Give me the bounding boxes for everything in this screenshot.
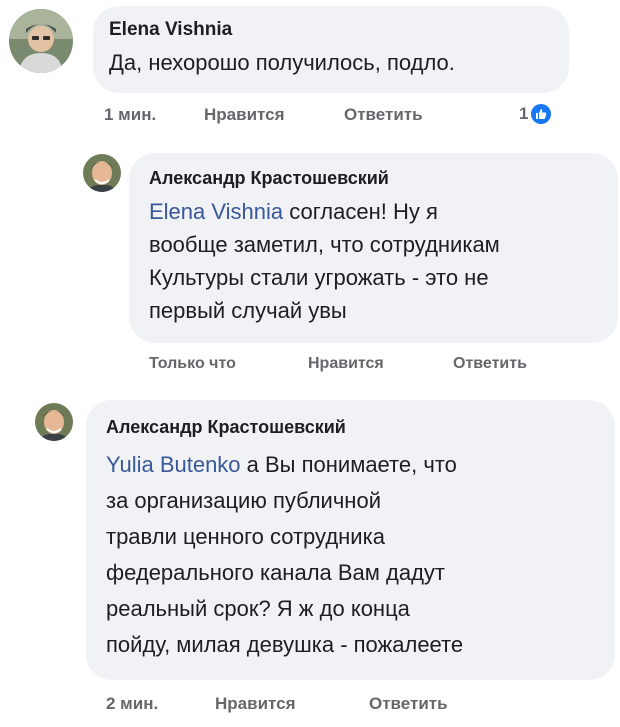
- avatar-alexander[interactable]: [35, 403, 73, 441]
- avatar-photo-icon: [35, 403, 73, 441]
- comment-text-line: первый случай увы: [149, 298, 347, 323]
- like-button[interactable]: Нравится: [204, 105, 285, 125]
- avatar-photo-icon: [9, 9, 73, 73]
- mention-link[interactable]: Yulia Butenko: [106, 452, 241, 477]
- comment-bubble: Александр Крастошевский Elena Vishnia со…: [129, 153, 618, 343]
- comment-text-line: реальный срок? Я ж до конца: [106, 596, 410, 621]
- comment-time[interactable]: 2 мин.: [106, 694, 158, 714]
- comment-time[interactable]: Только что: [149, 355, 236, 373]
- comment-time[interactable]: 1 мин.: [104, 105, 156, 125]
- comment-bubble: Александр Крастошевский Yulia Butenko а …: [86, 400, 615, 680]
- comment-text-line: вообще заметил, что сотрудникам: [149, 232, 500, 257]
- comment-text-line: Elena Vishnia согласен! Ну я: [149, 195, 618, 228]
- mention-link[interactable]: Elena Vishnia: [149, 199, 283, 224]
- like-button[interactable]: Нравится: [215, 694, 296, 714]
- comment-bubble: Elena Vishnia Да, нехорошо получилось, п…: [93, 6, 569, 93]
- avatar-alexander[interactable]: [83, 154, 121, 192]
- like-button[interactable]: Нравится: [308, 355, 384, 373]
- avatar-photo-icon: [83, 154, 121, 192]
- comment-text-line: травли ценного сотрудника: [106, 524, 385, 549]
- like-thumbs-up-icon: [531, 104, 552, 124]
- comment-actions: 2 мин. Нравится Ответить: [106, 694, 526, 716]
- reaction-summary[interactable]: 1: [519, 104, 552, 124]
- reply-button[interactable]: Ответить: [369, 694, 448, 714]
- comment-text-line: пойду, милая девушка - пожалеете: [106, 632, 464, 657]
- comment-text-fragment: а Вы понимаете, что: [240, 452, 457, 477]
- comment-text: Да, нехорошо получилось, подло.: [109, 50, 455, 75]
- comment-author[interactable]: Александр Крастошевский: [149, 167, 618, 190]
- comment-text-line: Yulia Butenko а Вы понимаете, что: [106, 447, 615, 483]
- avatar-elena-vishnia[interactable]: [9, 9, 73, 73]
- reaction-count: 1: [519, 104, 529, 123]
- comment-actions: Только что Нравится Ответить: [149, 355, 589, 377]
- reply-button[interactable]: Ответить: [453, 355, 527, 373]
- comment-text-line: Культуры стали угрожать - это не: [149, 265, 489, 290]
- reply-button[interactable]: Ответить: [344, 105, 423, 125]
- comment-author[interactable]: Elena Vishnia: [109, 18, 569, 42]
- comment-text-fragment: согласен! Ну я: [283, 199, 438, 224]
- comment-text-line: федерального канала Вам дадут: [106, 560, 446, 585]
- comment-text-line: за организацию публичной: [106, 488, 381, 513]
- comment-author[interactable]: Александр Крастошевский: [106, 416, 615, 439]
- comment-actions: 1 мин. Нравится Ответить: [104, 105, 464, 127]
